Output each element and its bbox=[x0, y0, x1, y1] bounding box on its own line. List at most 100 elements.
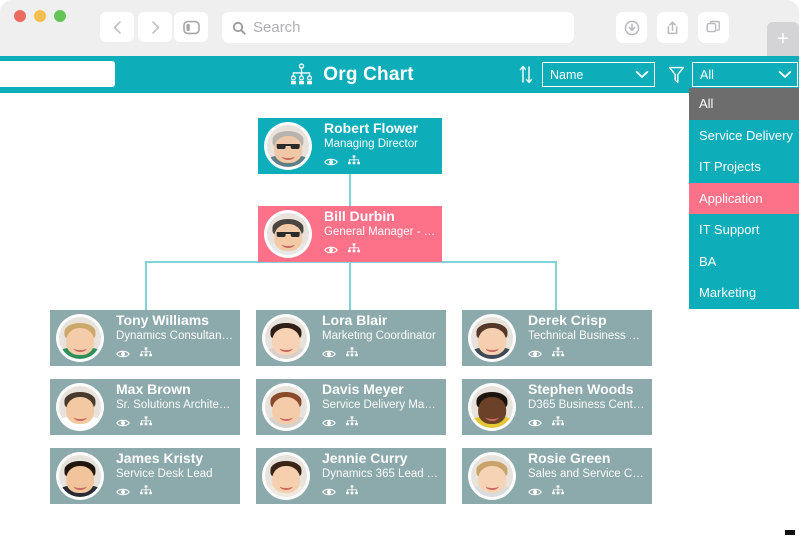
view-subordinates-button[interactable] bbox=[345, 484, 359, 502]
avatar bbox=[468, 383, 516, 431]
org-chart-icon[interactable] bbox=[139, 346, 153, 359]
org-chart-icon[interactable] bbox=[347, 242, 361, 255]
org-chart-icon[interactable] bbox=[551, 484, 565, 497]
maximize-window-button[interactable] bbox=[54, 10, 66, 22]
sort-updown-icon[interactable] bbox=[518, 64, 534, 85]
dropdown-item-application[interactable]: Application bbox=[689, 182, 799, 214]
dropdown-item-all[interactable]: All bbox=[689, 88, 799, 120]
org-chart-icon[interactable] bbox=[139, 415, 153, 428]
filter-funnel-icon[interactable] bbox=[668, 65, 685, 85]
view-subordinates-button[interactable] bbox=[551, 415, 565, 433]
org-node-child[interactable]: Jennie Curry Dynamics 365 Lead Te... bbox=[256, 448, 446, 504]
dropdown-item-it-support[interactable]: IT Support bbox=[689, 214, 799, 246]
avatar-illustration bbox=[265, 455, 307, 497]
view-subordinates-button[interactable] bbox=[345, 415, 359, 433]
view-subordinates-button[interactable] bbox=[345, 346, 359, 364]
org-chart-canvas: Robert Flower Managing Director Bill Durbi… bbox=[0, 93, 799, 539]
avatar-illustration bbox=[267, 125, 309, 167]
org-node-child[interactable]: James Kristy Service Desk Lead bbox=[50, 448, 240, 504]
org-node-second[interactable]: Bill DurbinGeneral Manager - Opera... bbox=[258, 206, 442, 262]
org-chart-icon[interactable] bbox=[345, 484, 359, 497]
view-subordinates-button[interactable] bbox=[347, 242, 361, 260]
tab-overview-button[interactable] bbox=[698, 12, 729, 43]
dropdown-item-service-delivery[interactable]: Service Delivery bbox=[689, 120, 799, 152]
eye-icon[interactable] bbox=[322, 349, 336, 359]
downloads-button[interactable] bbox=[616, 12, 647, 43]
eye-icon[interactable] bbox=[116, 349, 130, 359]
eye-icon[interactable] bbox=[116, 418, 130, 428]
view-profile-button[interactable] bbox=[322, 484, 336, 502]
eye-icon[interactable] bbox=[528, 418, 542, 428]
filter-select[interactable]: All bbox=[692, 62, 798, 87]
org-chart-icon[interactable] bbox=[551, 415, 565, 428]
eye-icon[interactable] bbox=[324, 157, 338, 167]
view-profile-button[interactable] bbox=[322, 415, 336, 433]
filter-dropdown-menu[interactable]: All Service Delivery IT Projects Applicatio… bbox=[689, 88, 799, 309]
view-subordinates-button[interactable] bbox=[139, 415, 153, 433]
view-subordinates-button[interactable] bbox=[139, 484, 153, 502]
org-node-child[interactable]: Derek Crisp Technical Business Ana... bbox=[462, 310, 652, 366]
dropdown-item-ba[interactable]: BA bbox=[689, 246, 799, 278]
org-node-child[interactable]: Rosie Green Sales and Service Coor... bbox=[462, 448, 652, 504]
org-node-child[interactable]: Tony Williams Dynamics Consultant ... bbox=[50, 310, 240, 366]
avatar-illustration bbox=[59, 455, 101, 497]
connector-bus-to-child-2 bbox=[349, 261, 351, 310]
view-profile-button[interactable] bbox=[116, 484, 130, 502]
minimize-window-button[interactable] bbox=[34, 10, 46, 22]
dropdown-item-marketing[interactable]: Marketing bbox=[689, 277, 799, 309]
new-tab-button[interactable]: + bbox=[767, 22, 799, 56]
org-node-child[interactable]: Davis Meyer Service Delivery Manag... bbox=[256, 379, 446, 435]
view-profile-button[interactable] bbox=[322, 346, 336, 364]
avatar bbox=[56, 314, 104, 362]
org-node-root[interactable]: Robert Flower Managing Director bbox=[258, 118, 442, 174]
eye-icon[interactable] bbox=[324, 245, 338, 255]
employee-name: Tony Williams bbox=[116, 312, 209, 329]
org-chart-icon[interactable] bbox=[139, 484, 153, 497]
dropdown-item-label: BA bbox=[699, 253, 717, 269]
view-profile-button[interactable] bbox=[324, 154, 338, 172]
share-button[interactable] bbox=[657, 12, 688, 43]
org-chart-icon bbox=[291, 63, 313, 85]
forward-button[interactable] bbox=[138, 12, 172, 42]
node-actions bbox=[528, 484, 646, 502]
org-node-child[interactable]: Lora Blair Marketing Coordinator bbox=[256, 310, 446, 366]
org-chart-icon[interactable] bbox=[345, 415, 359, 428]
sort-by-value: Name bbox=[550, 67, 584, 82]
eye-icon[interactable] bbox=[528, 349, 542, 359]
view-subordinates-button[interactable] bbox=[347, 154, 361, 172]
sort-by-select[interactable]: Name bbox=[542, 62, 655, 87]
view-profile-button[interactable] bbox=[528, 484, 542, 502]
eye-icon[interactable] bbox=[528, 487, 542, 497]
node-info: Rosie Green Sales and Service Coor... bbox=[528, 450, 652, 501]
eye-icon[interactable] bbox=[322, 487, 336, 497]
employee-title: Sr. Solutions Architect ... bbox=[116, 399, 234, 412]
view-profile-button[interactable] bbox=[528, 415, 542, 433]
corner-marker bbox=[785, 530, 795, 535]
close-window-button[interactable] bbox=[14, 10, 26, 22]
sidebar-toggle-button[interactable] bbox=[174, 12, 208, 42]
view-profile-button[interactable] bbox=[324, 242, 338, 260]
avatar-illustration bbox=[471, 386, 513, 428]
org-node-child[interactable]: Max Brown Sr. Solutions Architect ... bbox=[50, 379, 240, 435]
view-profile-button[interactable] bbox=[528, 346, 542, 364]
dropdown-item-label: Application bbox=[699, 190, 763, 206]
back-button[interactable] bbox=[100, 12, 134, 42]
view-profile-button[interactable] bbox=[116, 346, 130, 364]
org-node-child[interactable]: Stephen Woods D365 Business Central/... bbox=[462, 379, 652, 435]
org-chart-icon[interactable] bbox=[551, 346, 565, 359]
chevron-down-icon bbox=[778, 70, 792, 78]
view-subordinates-button[interactable] bbox=[551, 346, 565, 364]
org-chart-icon[interactable] bbox=[345, 346, 359, 359]
browser-address-search-bar[interactable]: Search bbox=[222, 12, 574, 43]
dropdown-item-it-projects[interactable]: IT Projects bbox=[689, 151, 799, 183]
node-info: Tony Williams Dynamics Consultant ... bbox=[116, 312, 240, 363]
view-subordinates-button[interactable] bbox=[551, 484, 565, 502]
employee-name: Robert Flower bbox=[324, 120, 419, 137]
eye-icon[interactable] bbox=[322, 418, 336, 428]
org-search-input[interactable] bbox=[0, 61, 115, 87]
view-profile-button[interactable] bbox=[116, 415, 130, 433]
org-chart-icon[interactable] bbox=[347, 154, 361, 167]
node-info: Jennie Curry Dynamics 365 Lead Te... bbox=[322, 450, 446, 501]
view-subordinates-button[interactable] bbox=[139, 346, 153, 364]
eye-icon[interactable] bbox=[116, 487, 130, 497]
